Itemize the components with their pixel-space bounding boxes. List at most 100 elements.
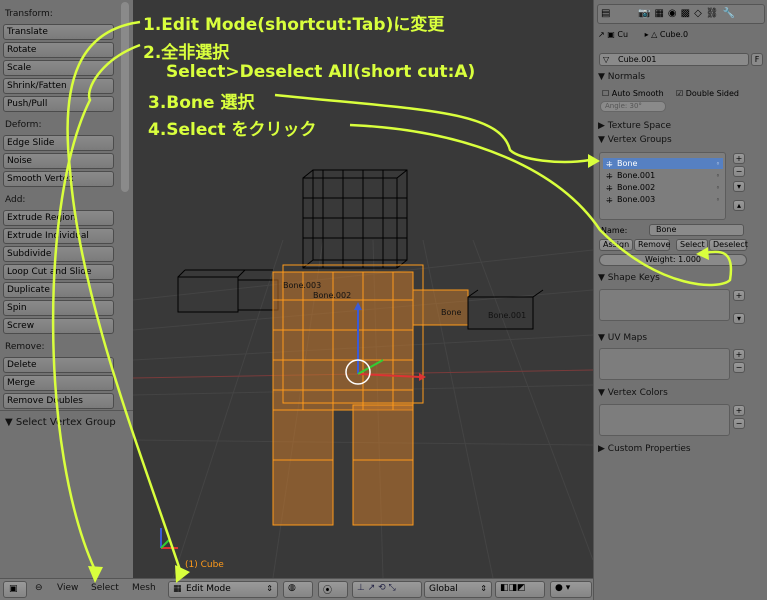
edge-slide-button[interactable]: Edge Slide — [3, 135, 114, 151]
pivot-point-menu[interactable]: ⦿ — [318, 581, 348, 598]
merge-button[interactable]: Merge — [3, 375, 114, 391]
operator-panel-title[interactable]: ▼ Select Vertex Group — [5, 417, 116, 428]
list-item[interactable]: ⁜ Bone ◦ — [603, 158, 723, 169]
double-sided-checkbox[interactable]: ☑ Double Sided — [676, 89, 739, 98]
proportional-edit-menu[interactable]: ● ▾ — [550, 581, 592, 598]
vertex-group-icon: ⁜ — [606, 172, 613, 181]
body-selected-mesh — [272, 264, 469, 526]
mesh-data-icon: ▽ — [603, 55, 610, 64]
custom-properties-panel-header[interactable]: ▶ Custom Properties — [598, 444, 691, 454]
smooth-vertex-button[interactable]: Smooth Vertex — [3, 171, 114, 187]
vertex-groups-panel-header[interactable]: ▼ Vertex Groups — [598, 135, 672, 145]
uv-maps-list[interactable] — [599, 348, 730, 380]
chevron-right-icon: ▸ — [644, 30, 649, 39]
group-name-field[interactable]: Bone — [649, 224, 744, 236]
shelf-scrollbar[interactable] — [121, 2, 129, 192]
context-tabs-icon[interactable]: 📷▦◉▩◇⛓🔧 — [638, 8, 739, 19]
axis-gizmo — [160, 528, 178, 549]
remove-button[interactable]: Remove — [634, 239, 670, 251]
name-label: Name: — [601, 226, 628, 235]
lock-icon[interactable]: ◦ — [716, 159, 720, 170]
group-specials-button[interactable]: ▾ — [733, 181, 745, 192]
push-pull-button[interactable]: Push/Pull — [3, 96, 114, 112]
fake-user-button[interactable]: F — [751, 53, 763, 66]
tool-shelf: Transform: Translate Rotate Scale Shrink… — [0, 0, 133, 578]
shape-keys-panel-header[interactable]: ▼ Shape Keys — [598, 273, 660, 283]
view-menu[interactable]: View — [57, 583, 78, 593]
pivot-icon: ⦿ — [323, 586, 333, 596]
viewport-shading-menu[interactable]: ◍ — [283, 581, 313, 598]
properties-editor: ▤ 📷▦◉▩◇⛓🔧 ↗ ▣ Cu ▸ △ Cube.0 ▽ Cube.001 F… — [593, 0, 767, 600]
vertex-group-icon: ⁜ — [606, 196, 613, 205]
select-menu[interactable]: Select — [91, 583, 119, 593]
add-group-button[interactable]: + — [733, 153, 745, 164]
extrude-region-button[interactable]: Extrude Region — [3, 210, 114, 226]
bone-label-001: Bone.001 — [488, 311, 526, 320]
list-item[interactable]: ⁜ Bone.001 ◦ — [603, 170, 723, 181]
vertex-colors-panel-header[interactable]: ▼ Vertex Colors — [598, 388, 668, 398]
lock-icon[interactable]: ◦ — [716, 195, 720, 206]
vertex-group-list[interactable]: ⁜ Bone ◦ ⁜ Bone.001 ◦ ⁜ Bone.002 ◦ ⁜ Bon… — [599, 152, 726, 220]
viewport-header: ▣ ⊖ View Select Mesh ▦ Edit Mode ⇕ ◍ ⦿ ⊥… — [0, 578, 593, 600]
select-mode-buttons[interactable]: ◧◨◩ — [495, 581, 545, 598]
add-section-title: Add: — [5, 195, 26, 205]
remove-doubles-button[interactable]: Remove Doubles — [3, 393, 114, 409]
deselect-button[interactable]: Deselect — [709, 239, 748, 251]
annotation-step2: 2.全非選択 — [143, 43, 230, 63]
list-item[interactable]: ⁜ Bone.003 ◦ — [603, 194, 723, 205]
annotation-step3: 3.Bone 選択 — [148, 93, 255, 113]
updown-arrow-icon: ⇕ — [480, 584, 487, 593]
remove-group-button[interactable]: − — [733, 166, 745, 177]
vertex-group-icon: ⁜ — [606, 184, 613, 193]
select-button[interactable]: Select — [676, 239, 708, 251]
transform-orientation-menu[interactable]: Global ⇕ — [424, 581, 492, 598]
right-arm-wireframe — [467, 289, 544, 330]
translate-button[interactable]: Translate — [3, 24, 114, 40]
manipulator-buttons[interactable]: ⊥ ↗ ⟲ ⤡ — [352, 581, 422, 598]
remove-uv-map-button[interactable]: − — [733, 362, 745, 373]
spin-button[interactable]: Spin — [3, 300, 114, 316]
vertex-colors-list[interactable] — [599, 404, 730, 436]
edit-mode-icon: ▦ — [173, 584, 182, 594]
3d-viewport[interactable]: Bone.003 Bone.002 Bone Bone.001 (1) Cube — [133, 0, 593, 578]
editor-type-menu[interactable]: ▣ — [3, 581, 27, 598]
updown-arrow-icon: ⇕ — [266, 584, 273, 593]
texture-space-panel-header[interactable]: ▶ Texture Space — [598, 121, 671, 131]
uv-maps-panel-header[interactable]: ▼ UV Maps — [598, 333, 647, 343]
assign-button[interactable]: Assign — [599, 239, 633, 251]
editor-type-icon[interactable]: ▤ — [601, 8, 610, 19]
sphere-icon: ◍ — [288, 583, 296, 593]
shape-key-specials-button[interactable]: ▾ — [733, 313, 745, 324]
add-shape-key-button[interactable]: + — [733, 290, 745, 301]
move-up-button[interactable]: ▴ — [733, 200, 745, 211]
scale-button[interactable]: Scale — [3, 60, 114, 76]
add-uv-map-button[interactable]: + — [733, 349, 745, 360]
add-vertex-color-button[interactable]: + — [733, 405, 745, 416]
screw-button[interactable]: Screw — [3, 318, 114, 334]
rotate-button[interactable]: Rotate — [3, 42, 114, 58]
angle-field[interactable]: Angle: 30° — [600, 101, 666, 112]
lock-icon[interactable]: ◦ — [716, 171, 720, 182]
auto-smooth-checkbox[interactable]: ☐ Auto Smooth — [602, 89, 664, 98]
manipulator-icon: ⊥ ↗ ⟲ ⤡ — [357, 583, 396, 593]
duplicate-button[interactable]: Duplicate — [3, 282, 114, 298]
lock-icon[interactable]: ◦ — [716, 183, 720, 194]
head-wireframe — [302, 169, 408, 269]
normals-panel-header[interactable]: ▼ Normals — [598, 72, 645, 82]
noise-button[interactable]: Noise — [3, 153, 114, 169]
shape-keys-list[interactable] — [599, 289, 730, 321]
mesh-name-field[interactable]: ▽ Cube.001 — [599, 53, 749, 66]
shrink-fatten-button[interactable]: Shrink/Fatten — [3, 78, 114, 94]
weight-slider[interactable]: Weight: 1.000 — [599, 254, 747, 266]
mode-selector[interactable]: ▦ Edit Mode ⇕ — [168, 581, 278, 598]
subdivide-button[interactable]: Subdivide — [3, 246, 114, 262]
delete-button[interactable]: Delete — [3, 357, 114, 373]
toggle-menus-icon[interactable]: ⊖ — [35, 583, 43, 593]
extrude-individual-button[interactable]: Extrude Individual — [3, 228, 114, 244]
mesh-menu[interactable]: Mesh — [132, 583, 156, 593]
operator-panel: ▼ Select Vertex Group — [0, 410, 133, 578]
list-item[interactable]: ⁜ Bone.002 ◦ — [603, 182, 723, 193]
remove-section-title: Remove: — [5, 342, 45, 352]
remove-vertex-color-button[interactable]: − — [733, 418, 745, 429]
loop-cut-slide-button[interactable]: Loop Cut and Slide — [3, 264, 114, 280]
